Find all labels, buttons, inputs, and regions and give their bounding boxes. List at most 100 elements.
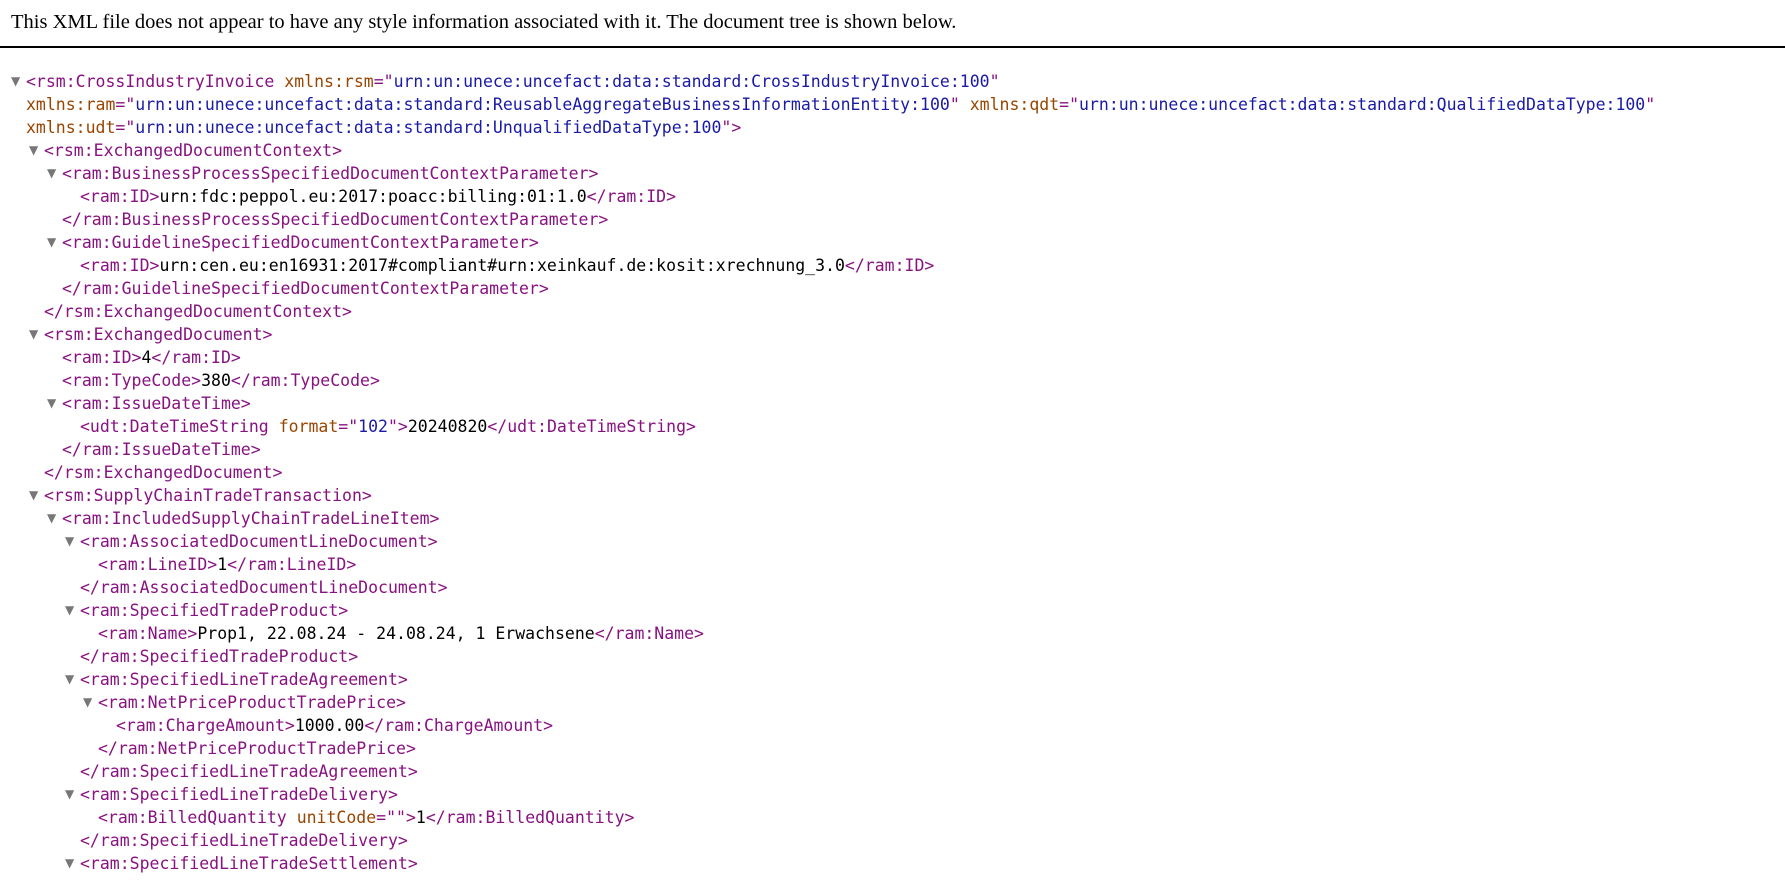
collapse-toggle-icon[interactable]: ▼ — [47, 231, 62, 254]
xml-attr-val: urn:un:unece:uncefact:data:standard:Cros… — [393, 72, 990, 91]
xml-tag: <ram:BilledQuantity — [98, 808, 297, 827]
collapse-toggle-icon[interactable]: ▼ — [65, 668, 80, 691]
xml-line: ▼ <ram:IncludedSupplyChainTradeLineItem> — [11, 507, 1785, 530]
xml-text: 20240820 — [407, 417, 488, 436]
xml-tag: <ram:ID> — [80, 256, 160, 275]
xml-line: xmlns:ram="urn:un:unece:uncefact:data:st… — [11, 93, 1785, 116]
collapse-toggle-icon[interactable]: ▼ — [47, 162, 62, 185]
xml-tag: </ram:SpecifiedLineTradeDelivery> — [80, 831, 408, 850]
xml-tag: <ram:ID> — [62, 348, 142, 367]
collapse-toggle-icon[interactable]: ▼ — [65, 599, 80, 622]
collapse-toggle-icon[interactable]: ▼ — [65, 783, 80, 806]
xml-text: Prop1, 22.08.24 - 24.08.24, 1 Erwachsene — [197, 624, 595, 643]
xml-line: </rsm:ExchangedDocumentContext> — [11, 300, 1785, 323]
xml-line: </ram:SpecifiedLineTradeAgreement> — [11, 760, 1785, 783]
xml-tag: <ram:ChargeAmount> — [116, 716, 295, 735]
collapse-toggle-icon[interactable]: ▼ — [83, 691, 98, 714]
xml-line: ▼ <rsm:SupplyChainTradeTransaction> — [11, 484, 1785, 507]
xml-tag: =" — [115, 95, 136, 114]
xml-tag: <ram:NetPriceProductTradePrice> — [98, 693, 406, 712]
xml-tag: </ram:GuidelineSpecifiedDocumentContextP… — [62, 279, 549, 298]
xml-line: ▼ <ram:SpecifiedLineTradeSettlement> — [11, 852, 1785, 875]
xml-tag: <ram:GuidelineSpecifiedDocumentContextPa… — [62, 233, 539, 252]
xml-line: <ram:Name>Prop1, 22.08.24 - 24.08.24, 1 … — [11, 622, 1785, 645]
xml-tag: <ram:LineID> — [98, 555, 218, 574]
xml-line: ▼ <ram:SpecifiedTradeProduct> — [11, 599, 1785, 622]
xml-attr-val: urn:un:unece:uncefact:data:standard:Unqu… — [135, 118, 722, 137]
xml-tag: </ram:Name> — [594, 624, 704, 643]
xml-tag: <ram:Name> — [98, 624, 198, 643]
xml-text: 1000.00 — [294, 716, 365, 735]
collapse-toggle-icon[interactable]: ▼ — [29, 139, 44, 162]
xml-text: 380 — [201, 371, 231, 390]
xml-document-tree: ▼ <rsm:CrossIndustryInvoice xmlns:rsm="ur… — [0, 70, 1785, 875]
xml-attr-name: format — [278, 417, 339, 436]
xml-line: ▼ <rsm:ExchangedDocumentContext> — [11, 139, 1785, 162]
xml-tag: </ram:ID> — [586, 187, 677, 206]
xml-tag: </ram:SpecifiedTradeProduct> — [80, 647, 359, 666]
xml-tag: <udt:DateTimeString — [80, 417, 279, 436]
xml-line: <ram:ID>urn:cen.eu:en16931:2017#complian… — [11, 254, 1785, 277]
xml-tag: </ram:BusinessProcessSpecifiedDocumentCo… — [62, 210, 609, 229]
xml-tag: "> — [396, 808, 416, 827]
xml-tag: =" — [376, 808, 397, 827]
collapse-toggle-icon[interactable]: ▼ — [29, 484, 44, 507]
xml-line: ▼ <ram:GuidelineSpecifiedDocumentContextP… — [11, 231, 1785, 254]
xml-line: <ram:ChargeAmount>1000.00</ram:ChargeAmo… — [11, 714, 1785, 737]
xml-attr-val: 102 — [358, 417, 388, 436]
collapse-toggle-icon[interactable]: ▼ — [65, 530, 80, 553]
xml-tag: </ram:AssociatedDocumentLineDocument> — [80, 578, 448, 597]
xml-text: urn:fdc:peppol.eu:2017:poacc:billing:01:… — [159, 187, 587, 206]
xml-tag: <ram:IncludedSupplyChainTradeLineItem> — [62, 509, 440, 528]
xml-tag: </rsm:ExchangedDocument> — [44, 463, 283, 482]
xml-line: ▼ <ram:BusinessProcessSpecifiedDocumentCo… — [11, 162, 1785, 185]
xml-attr-name: xmlns:qdt — [969, 95, 1060, 114]
collapse-toggle-icon[interactable]: ▼ — [47, 507, 62, 530]
xml-tag: " — [1645, 95, 1656, 114]
xml-text: 4 — [141, 348, 152, 367]
xml-line: <ram:BilledQuantity unitCode="">1</ram:B… — [11, 806, 1785, 829]
xml-line: </ram:BusinessProcessSpecifiedDocumentCo… — [11, 208, 1785, 231]
xml-line: <ram:LineID>1</ram:LineID> — [11, 553, 1785, 576]
xml-tag: </rsm:ExchangedDocumentContext> — [44, 302, 352, 321]
collapse-toggle-icon[interactable]: ▼ — [29, 323, 44, 346]
xml-line: </ram:AssociatedDocumentLineDocument> — [11, 576, 1785, 599]
xml-tag: " — [949, 95, 970, 114]
xml-tag: </ram:TypeCode> — [230, 371, 380, 390]
xml-tag: </ram:SpecifiedLineTradeAgreement> — [80, 762, 418, 781]
xml-tag: <rsm:ExchangedDocument> — [44, 325, 273, 344]
xml-tag: </ram:ChargeAmount> — [364, 716, 554, 735]
collapse-toggle-icon[interactable]: ▼ — [65, 852, 80, 875]
xml-tag: <ram:SpecifiedLineTradeDelivery> — [80, 785, 398, 804]
xml-tag: </ram:ID> — [151, 348, 241, 367]
xml-line: ▼ <ram:AssociatedDocumentLineDocument> — [11, 530, 1785, 553]
xml-tag: =" — [1059, 95, 1080, 114]
xml-tag: =" — [338, 417, 359, 436]
xml-text: 1 — [217, 555, 228, 574]
xml-tag: "> — [387, 417, 408, 436]
xml-tag: </ram:LineID> — [227, 555, 357, 574]
xml-line: <ram:ID>4</ram:ID> — [11, 346, 1785, 369]
xml-line: ▼ <ram:IssueDateTime> — [11, 392, 1785, 415]
xml-attr-name: xmlns:rsm — [284, 72, 374, 91]
xml-attr-name: xmlns:udt — [26, 118, 116, 137]
xml-tag: <ram:SpecifiedLineTradeAgreement> — [80, 670, 408, 689]
xml-line: ▼ <ram:SpecifiedLineTradeDelivery> — [11, 783, 1785, 806]
xml-line: </ram:GuidelineSpecifiedDocumentContextP… — [11, 277, 1785, 300]
xml-tag: <ram:IssueDateTime> — [62, 394, 251, 413]
xml-tag: <ram:AssociatedDocumentLineDocument> — [80, 532, 438, 551]
xml-line: </rsm:ExchangedDocument> — [11, 461, 1785, 484]
xml-tag: <ram:SpecifiedLineTradeSettlement> — [80, 854, 418, 873]
collapse-toggle-icon[interactable]: ▼ — [47, 392, 62, 415]
xml-line: ▼ <rsm:ExchangedDocument> — [11, 323, 1785, 346]
header-divider — [0, 46, 1785, 48]
collapse-toggle-icon[interactable]: ▼ — [11, 70, 26, 93]
xml-tag: <ram:BusinessProcessSpecifiedDocumentCon… — [62, 164, 599, 183]
xml-tag: </ram:ID> — [844, 256, 935, 275]
xml-line: ▼ <ram:SpecifiedLineTradeAgreement> — [11, 668, 1785, 691]
xml-tag: </ram:BilledQuantity> — [425, 808, 635, 827]
xml-attr-val: urn:un:unece:uncefact:data:standard:Reus… — [135, 95, 950, 114]
xml-text: urn:cen.eu:en16931:2017#compliant#urn:xe… — [159, 256, 845, 275]
xml-tag: =" — [373, 72, 394, 91]
xml-attr-val: urn:un:unece:uncefact:data:standard:Qual… — [1079, 95, 1646, 114]
